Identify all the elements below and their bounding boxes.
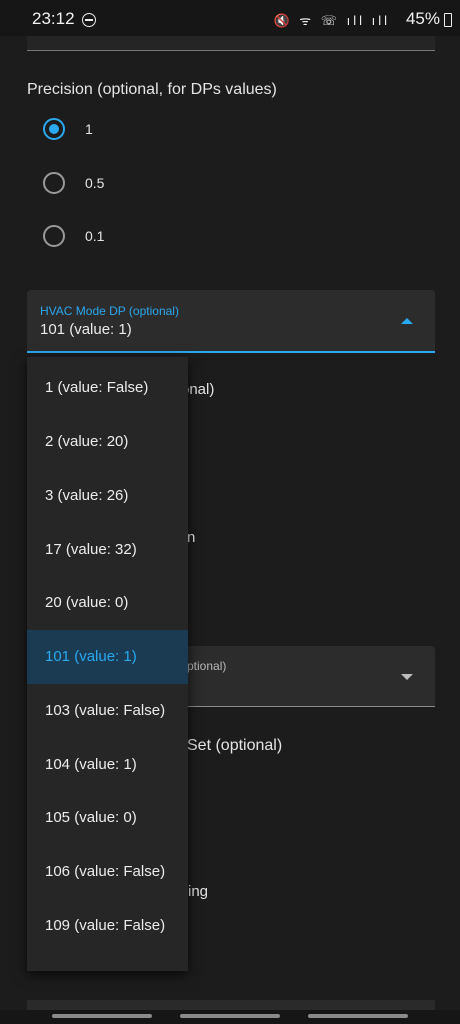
radio-button[interactable] [43, 172, 65, 194]
section-label-partial: n [187, 529, 196, 546]
precision-option-0.1[interactable]: 0.1 [40, 221, 240, 251]
previous-text-field[interactable] [27, 36, 435, 51]
menu-item[interactable]: 2 (value: 20) [27, 415, 188, 469]
hvac-mode-select[interactable]: HVAC Mode DP (optional) 101 (value: 1) [27, 290, 435, 353]
menu-item[interactable]: 106 (value: False) [27, 845, 188, 899]
menu-item[interactable]: 1 (value: False) [27, 361, 188, 415]
menu-item-selected[interactable]: 101 (value: 1) [27, 630, 188, 684]
battery-percentage: 45% [405, 9, 440, 28]
section-label-partial: ing [188, 883, 209, 900]
chevron-up-icon[interactable] [401, 318, 413, 324]
menu-item[interactable]: 104 (value: 1) [27, 738, 188, 792]
precision-option-label: 1 [85, 121, 93, 137]
precision-option-1[interactable]: 1 [40, 114, 240, 144]
menu-item[interactable]: 20 (value: 0) [27, 576, 188, 630]
battery-icon [444, 13, 452, 27]
nav-home-handle[interactable] [180, 1014, 280, 1018]
menu-item[interactable]: 105 (value: 0) [27, 791, 188, 845]
precision-option-0.5[interactable]: 0.5 [40, 168, 240, 198]
nav-recent-handle[interactable] [52, 1014, 152, 1018]
do-not-disturb-icon [82, 13, 96, 27]
section-label-partial: Set (optional) [187, 737, 283, 754]
radio-button-selected[interactable] [43, 118, 65, 140]
precision-label: Precision (optional, for DPs values) [27, 81, 277, 98]
hvac-mode-label: HVAC Mode DP (optional) [40, 304, 179, 318]
chevron-down-icon[interactable] [401, 674, 413, 680]
menu-item[interactable]: 103 (value: False) [27, 684, 188, 738]
menu-item[interactable]: 3 (value: 26) [27, 469, 188, 523]
status-icons: 🔇 ᯤ ☏ ıll ıll [273, 13, 390, 28]
hvac-mode-value: 101 (value: 1) [40, 321, 132, 338]
nav-back-handle[interactable] [308, 1014, 408, 1018]
precision-option-label: 0.5 [85, 175, 105, 191]
menu-item[interactable]: 109 (value: False) [27, 899, 188, 953]
menu-item[interactable]: 17 (value: 32) [27, 523, 188, 577]
hvac-mode-dropdown-menu: 1 (value: False) 2 (value: 20) 3 (value:… [27, 357, 188, 971]
radio-button[interactable] [43, 225, 65, 247]
precision-option-label: 0.1 [85, 228, 105, 244]
status-time: 23:12 [32, 9, 75, 28]
next-select-label: ptional) [187, 659, 227, 673]
